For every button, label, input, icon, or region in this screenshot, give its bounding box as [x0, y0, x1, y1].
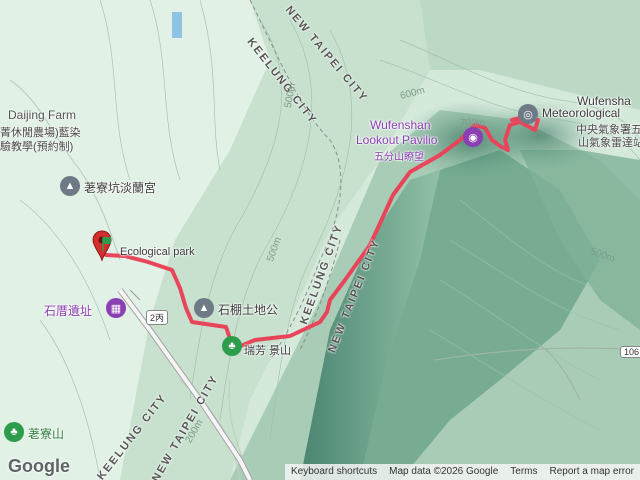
- map-data-text: Map data ©2026 Google: [389, 466, 499, 477]
- park-icon[interactable]: ♣: [4, 422, 24, 442]
- meteo-label-cn2: 山氣象雷達站: [578, 137, 640, 149]
- temple-label-shipeng[interactable]: 石棚土地公: [218, 301, 278, 318]
- road-badge-106: 106: [620, 346, 640, 358]
- farm-label-en: Daijing Farm: [8, 108, 77, 122]
- museum-icon[interactable]: ▦: [106, 298, 126, 318]
- weather-station-icon[interactable]: ◎: [518, 104, 538, 124]
- lookout-label-en1[interactable]: Wufenshan: [370, 118, 431, 132]
- lookout-label-cn[interactable]: 五分山瞭望: [374, 148, 424, 163]
- temple-icon[interactable]: ▲: [60, 176, 80, 196]
- google-logo: Google: [8, 456, 70, 476]
- road-badge-2bing: 2丙: [146, 310, 169, 325]
- temple-icon-shipeng[interactable]: ▲: [194, 298, 214, 318]
- camera-icon[interactable]: ◉: [463, 127, 483, 147]
- report-error-link[interactable]: Report a map error: [544, 464, 640, 480]
- park-label[interactable]: Ecological park: [120, 246, 195, 258]
- park-icon-jingshan[interactable]: ♣: [222, 336, 242, 356]
- mountain-label-jingshan[interactable]: 瑞芳 景山: [244, 342, 291, 358]
- flag-icon: [102, 236, 112, 252]
- temple-label-laoliaokeng[interactable]: 荖寮坑淡蘭宮: [84, 179, 156, 196]
- contour-label: 700m: [460, 118, 486, 129]
- terrain-map[interactable]: Daijing Farm 菁休閒農場)藍染 驗教學(預約制) ▲ 荖寮坑淡蘭宮 …: [0, 0, 640, 480]
- keyboard-shortcuts-link[interactable]: Keyboard shortcuts: [285, 464, 383, 480]
- terms-link[interactable]: Terms: [504, 464, 543, 480]
- farm-label-cn2: 驗教學(預約制): [0, 141, 74, 153]
- meteo-label-en2[interactable]: Meteorological: [542, 106, 620, 120]
- mountain-label-laoliao[interactable]: 荖寮山: [28, 425, 64, 442]
- lookout-label-en2[interactable]: Lookout Pavilio: [356, 133, 437, 147]
- attribution-bar: Keyboard shortcuts Map data ©2026 Google…: [284, 464, 640, 480]
- stone-house-ruin-label[interactable]: 石厝遺址: [44, 302, 92, 319]
